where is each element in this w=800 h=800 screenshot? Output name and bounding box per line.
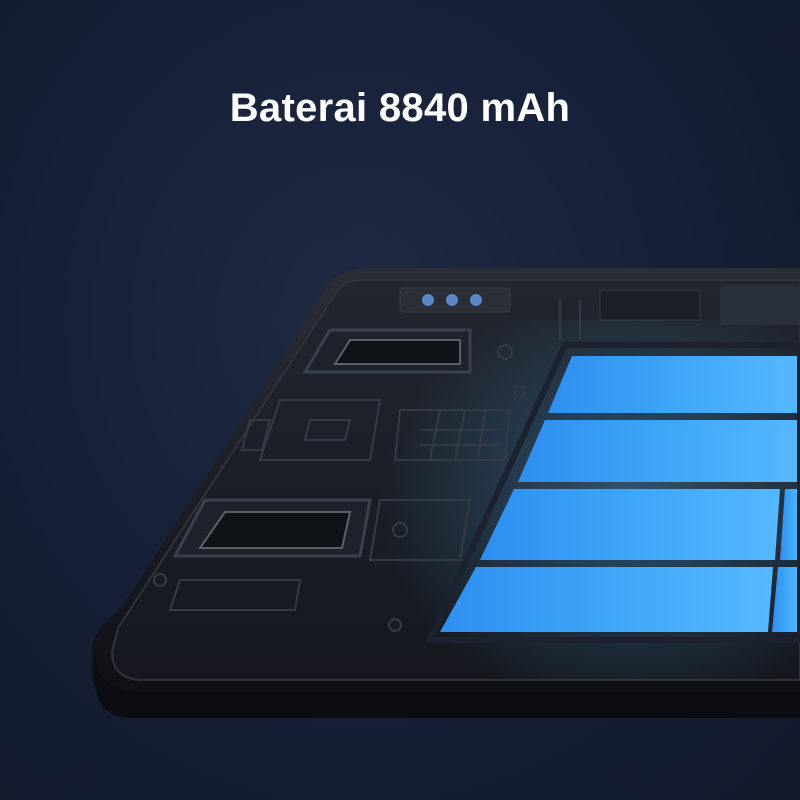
battery-cell [480,489,780,560]
battery-cell [548,356,800,413]
tablet-internals-illustration [92,268,800,718]
battery-cell [440,567,773,632]
battery-cell [518,420,800,482]
